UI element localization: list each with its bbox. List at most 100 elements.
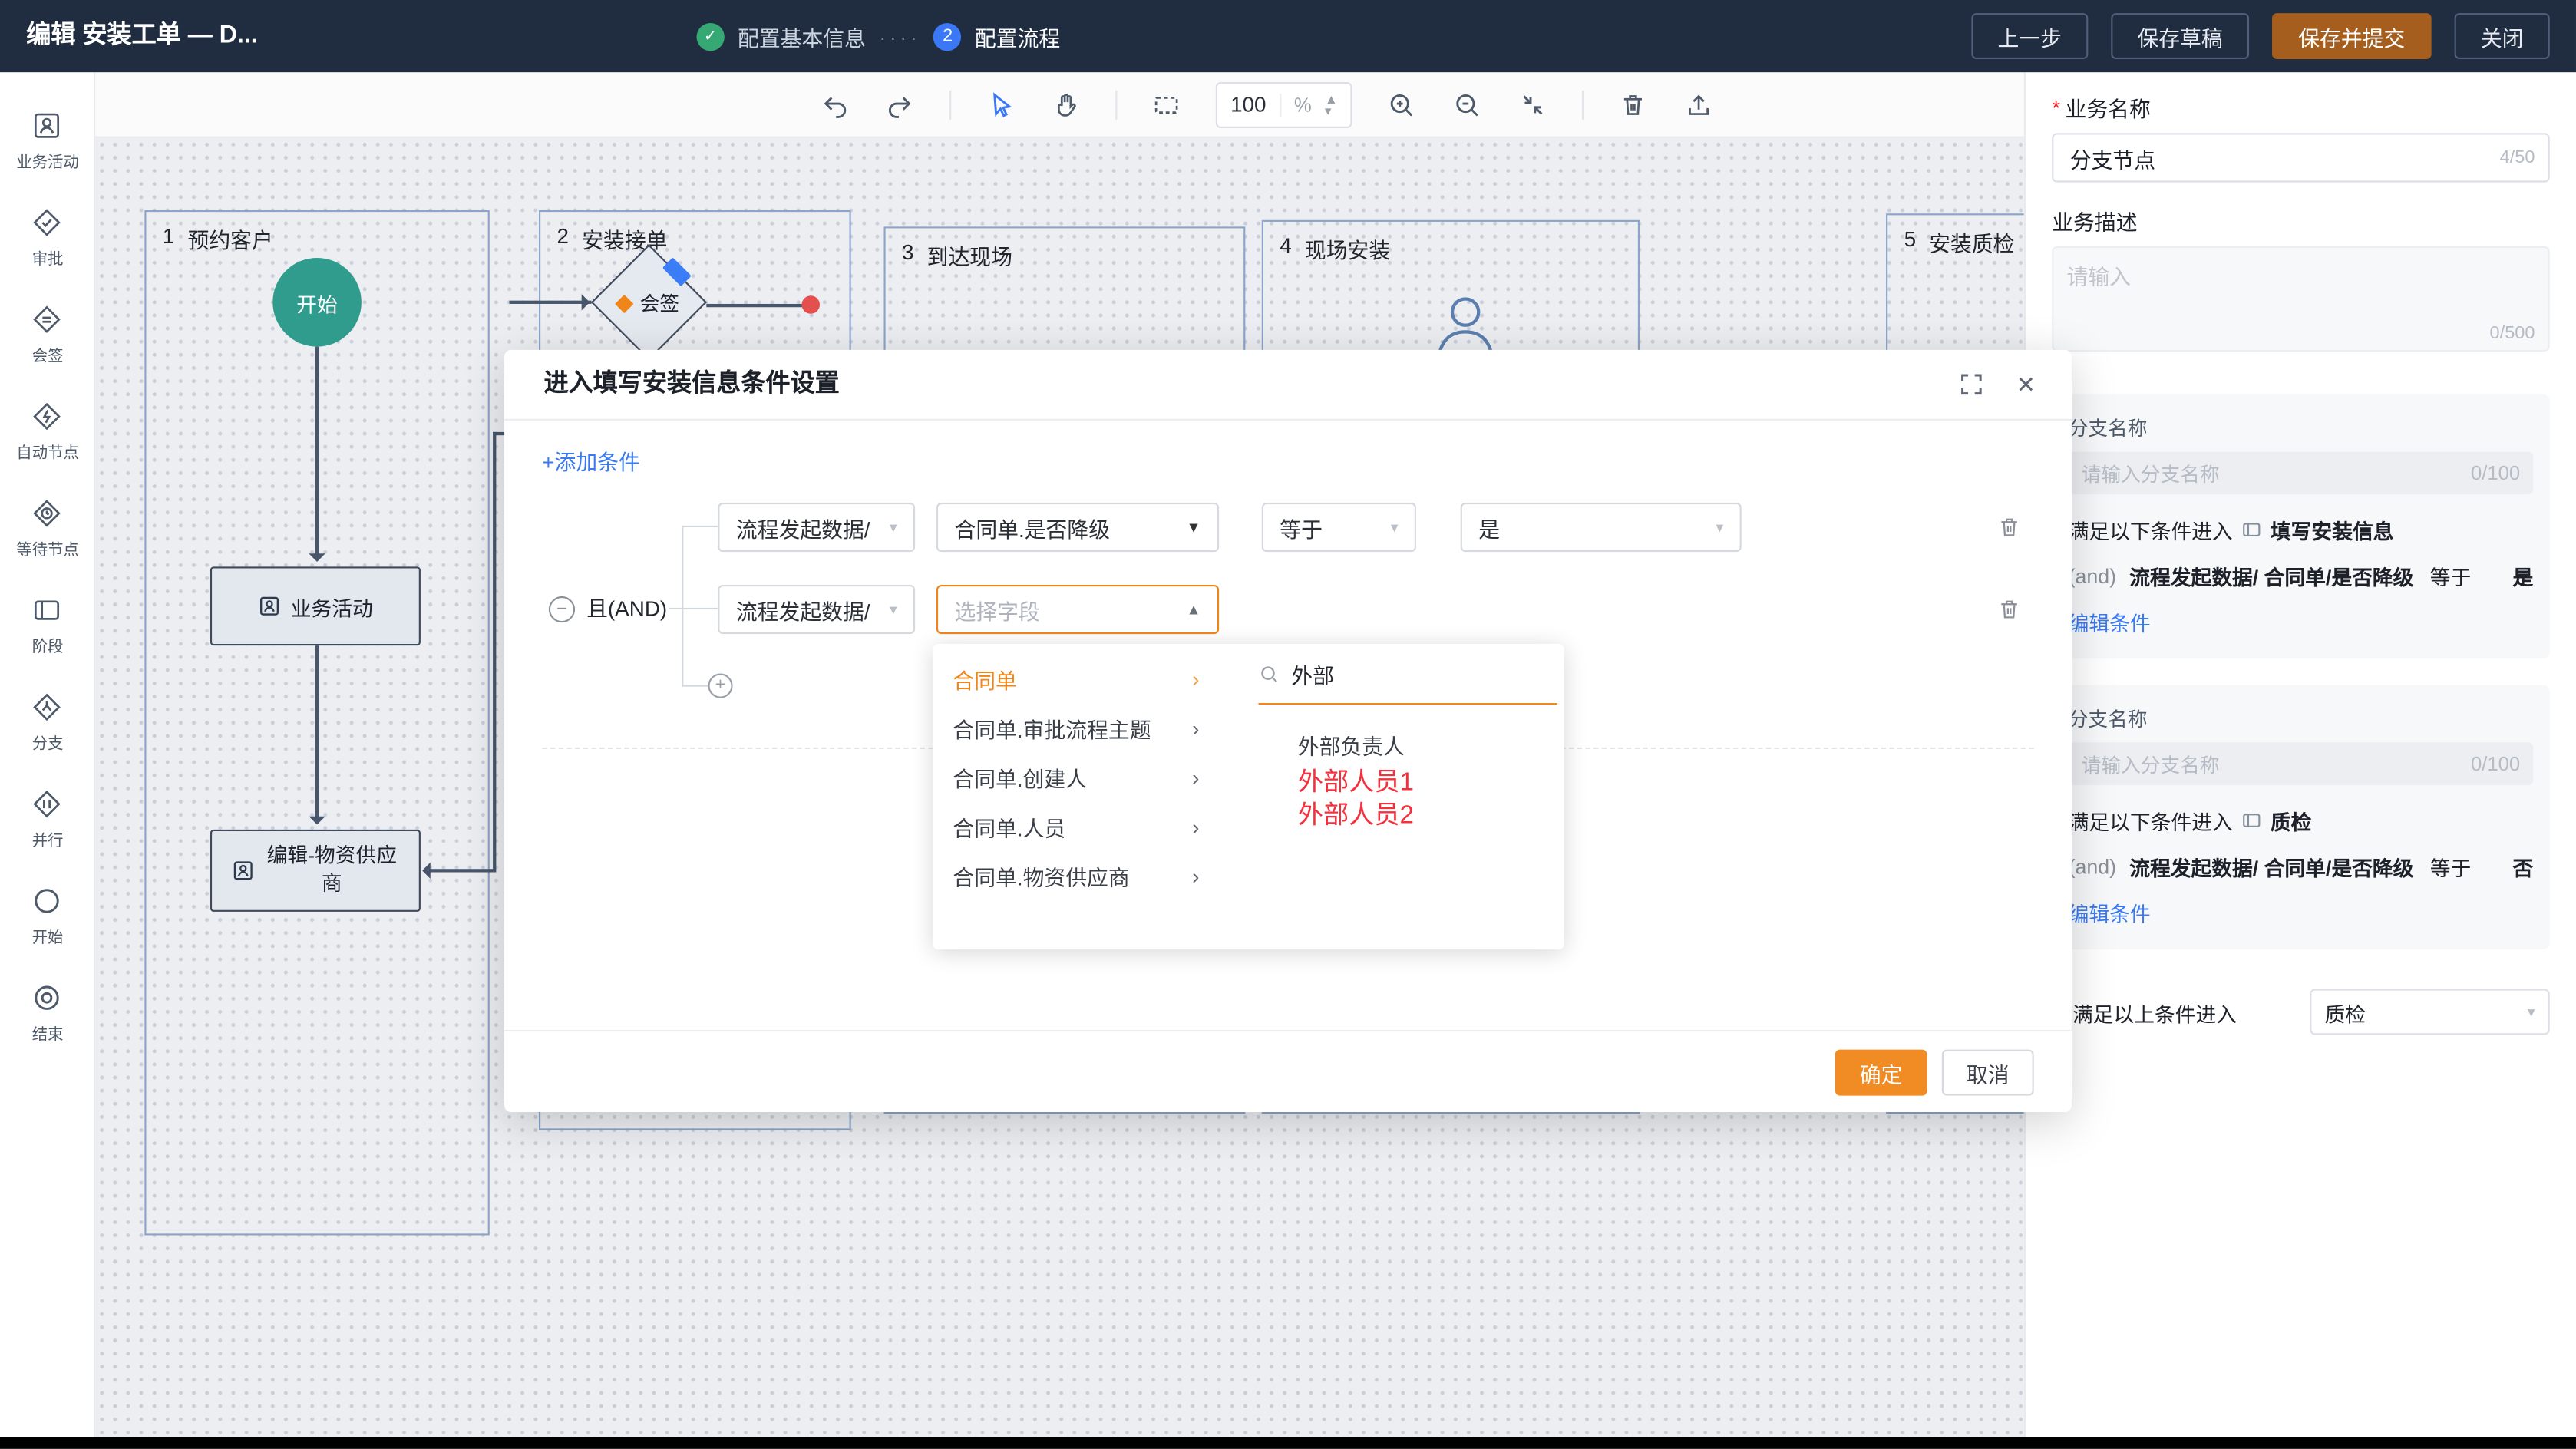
person-icon bbox=[258, 595, 281, 618]
add-condition-link[interactable]: +添加条件 bbox=[542, 445, 640, 477]
else-label: 不满足以上条件进入 bbox=[2052, 996, 2237, 1028]
stage-number: 2 bbox=[557, 223, 569, 255]
chevron-down-icon: ▾ bbox=[890, 600, 897, 619]
end-icon bbox=[31, 982, 63, 1013]
palette-item-business-activity[interactable]: 业务活动 bbox=[0, 92, 94, 189]
dropdown-item[interactable]: 合同单.物资供应商› bbox=[933, 851, 1219, 900]
field-name-select[interactable]: 合同单.是否降级▼ bbox=[936, 503, 1219, 552]
business-name-label: * 业务名称 bbox=[2052, 92, 2550, 124]
step-indicator: ✓ 配置基本信息 ···· 2 配置流程 bbox=[696, 0, 1060, 72]
dropdown-item[interactable]: 合同单.创建人› bbox=[933, 752, 1219, 801]
site-install-person-node[interactable] bbox=[1432, 292, 1498, 358]
branch-card-1: 分支名称 请输入分支名称 0/100 满足以下条件进入 填写安装信息 (and)… bbox=[2052, 394, 2550, 659]
zoom-percent: % bbox=[1280, 93, 1312, 116]
branch-name-field[interactable]: 请输入分支名称 0/100 bbox=[2069, 742, 2534, 785]
zoom-value[interactable]: 100 bbox=[1230, 92, 1266, 117]
search-query[interactable]: 外部 bbox=[1291, 658, 1334, 689]
chevron-right-icon: › bbox=[1192, 764, 1199, 789]
save-submit-button[interactable]: 保存并提交 bbox=[2272, 13, 2432, 59]
zoom-out-icon[interactable] bbox=[1451, 88, 1485, 121]
zoom-control[interactable]: 100 % ▲▾ bbox=[1216, 81, 1352, 127]
value-select[interactable]: 是▾ bbox=[1461, 503, 1742, 552]
delete-row-icon[interactable] bbox=[1996, 514, 2022, 540]
branch-rule-line: (and) 流程发起数据/ 合同单/是否降级 等于 否 bbox=[2069, 851, 2534, 883]
toolbar-separator bbox=[949, 90, 951, 120]
required-asterisk: * bbox=[2052, 95, 2060, 120]
branch-name-placeholder: 请输入分支名称 bbox=[2082, 750, 2220, 777]
undo-icon[interactable] bbox=[818, 88, 851, 121]
business-name-field[interactable]: 4/50 bbox=[2052, 133, 2550, 182]
export-icon[interactable] bbox=[1683, 88, 1716, 121]
field-source-select[interactable]: 流程发起数据/▾ bbox=[718, 585, 915, 634]
pan-hand-icon[interactable] bbox=[1050, 88, 1083, 121]
close-icon[interactable]: ✕ bbox=[2016, 350, 2036, 419]
zoom-stepper-icon[interactable]: ▲▾ bbox=[1325, 93, 1338, 116]
add-row-icon[interactable]: + bbox=[708, 674, 732, 698]
close-button[interactable]: 关闭 bbox=[2455, 13, 2550, 59]
dropdown-item[interactable]: 合同单› bbox=[933, 654, 1219, 703]
palette-item-approval[interactable]: 审批 bbox=[0, 189, 94, 286]
start-node[interactable]: 开始 bbox=[272, 258, 362, 347]
branch-card-2: 分支名称 请输入分支名称 0/100 满足以下条件进入 质检 (and) 流程发… bbox=[2052, 685, 2550, 950]
editor-supplier-node[interactable]: 编辑-物资供应商 bbox=[210, 830, 421, 912]
palette-item-countersign[interactable]: 会签 bbox=[0, 286, 94, 382]
palette-item-branch[interactable]: 分支 bbox=[0, 674, 94, 771]
auto-node-icon bbox=[31, 400, 63, 431]
char-counter: 0/500 bbox=[2490, 324, 2535, 344]
group-bracket-line bbox=[682, 526, 683, 687]
branch-target: 填写安装信息 bbox=[2271, 514, 2394, 546]
step1-check-icon: ✓ bbox=[696, 22, 724, 50]
connector-endpoint-dot[interactable] bbox=[801, 295, 820, 314]
dropdown-result[interactable]: 外部人员2 bbox=[1298, 795, 1414, 831]
stage-number: 1 bbox=[163, 223, 174, 255]
palette-item-end[interactable]: 结束 bbox=[0, 964, 94, 1061]
field-dropdown-results: 外部 外部负责人 外部人员1 外部人员2 bbox=[1219, 644, 1564, 949]
palette-item-wait-node[interactable]: 等待节点 bbox=[0, 480, 94, 576]
connector-line bbox=[706, 304, 808, 307]
dropdown-result[interactable]: 外部负责人 bbox=[1298, 729, 1405, 761]
delete-row-icon[interactable] bbox=[1996, 596, 2022, 622]
business-name-input[interactable] bbox=[2066, 144, 2489, 171]
chevron-right-icon: › bbox=[1192, 863, 1199, 888]
else-target-select[interactable]: 质检 ▾ bbox=[2310, 989, 2549, 1035]
topbar-actions: 上一步 保存草稿 保存并提交 关闭 bbox=[1971, 13, 2550, 59]
step-dots: ···· bbox=[879, 24, 920, 48]
zoom-in-icon[interactable] bbox=[1385, 88, 1418, 121]
char-counter: 0/100 bbox=[2471, 461, 2520, 484]
business-desc-field[interactable]: 0/500 bbox=[2052, 246, 2550, 352]
remove-group-icon[interactable]: − bbox=[549, 596, 575, 622]
field-source-select[interactable]: 流程发起数据/▾ bbox=[718, 503, 915, 552]
operator-select[interactable]: 等于▾ bbox=[1262, 503, 1416, 552]
palette-item-start[interactable]: 开始 bbox=[0, 867, 94, 964]
save-draft-button[interactable]: 保存草稿 bbox=[2111, 13, 2249, 59]
dropdown-result[interactable]: 外部人员1 bbox=[1298, 762, 1414, 798]
prev-step-button[interactable]: 上一步 bbox=[1971, 13, 2088, 59]
cancel-button[interactable]: 取消 bbox=[1942, 1050, 2034, 1096]
field-name-select-open[interactable]: 选择字段▲ bbox=[936, 585, 1219, 634]
dropdown-search[interactable]: 外部 bbox=[1258, 644, 1557, 705]
step1-label: 配置基本信息 bbox=[738, 21, 866, 52]
select-tool-icon[interactable] bbox=[984, 88, 1017, 121]
dropdown-item[interactable]: 合同单.人员› bbox=[933, 801, 1219, 850]
activity-node[interactable]: 业务活动 bbox=[210, 566, 421, 645]
wait-node-icon bbox=[31, 497, 63, 528]
edit-condition-link[interactable]: 编辑条件 bbox=[2069, 897, 2151, 929]
palette-item-auto-node[interactable]: 自动节点 bbox=[0, 383, 94, 480]
branch-name-label: 分支名称 bbox=[2069, 414, 2534, 441]
palette-item-parallel[interactable]: 并行 bbox=[0, 771, 94, 867]
edit-condition-link[interactable]: 编辑条件 bbox=[2069, 606, 2151, 638]
branch-name-field[interactable]: 请输入分支名称 0/100 bbox=[2069, 452, 2534, 495]
expand-icon[interactable] bbox=[1960, 373, 1983, 404]
dropdown-item[interactable]: 合同单.审批流程主题› bbox=[933, 703, 1219, 752]
branch-name-placeholder: 请输入分支名称 bbox=[2082, 459, 2220, 487]
redo-icon[interactable] bbox=[883, 88, 916, 121]
marquee-icon[interactable] bbox=[1150, 88, 1183, 121]
confirm-button[interactable]: 确定 bbox=[1835, 1050, 1927, 1096]
fit-screen-icon[interactable] bbox=[1517, 88, 1550, 121]
delete-icon[interactable] bbox=[1617, 88, 1650, 121]
canvas-toolbar: 100 % ▲▾ bbox=[95, 72, 2024, 138]
search-icon bbox=[1258, 663, 1280, 685]
business-desc-input[interactable] bbox=[2053, 248, 2548, 350]
group-bracket-line bbox=[682, 685, 708, 687]
palette-item-stage[interactable]: 阶段 bbox=[0, 576, 94, 673]
